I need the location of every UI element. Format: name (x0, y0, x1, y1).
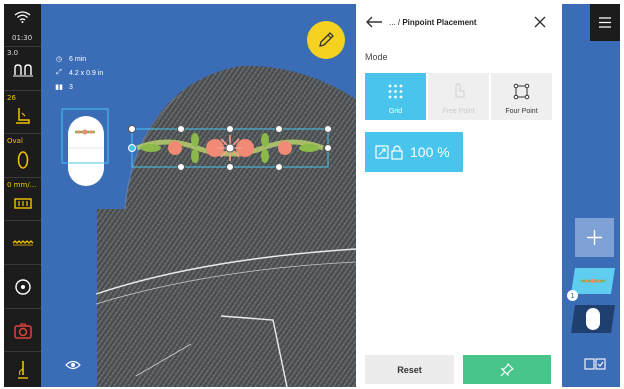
mode-free-point-label: Free Point (442, 108, 475, 115)
oval-hoop-icon (17, 151, 29, 169)
thumbnail-hoop[interactable] (569, 303, 617, 333)
stitch-length-control[interactable]: 3.0 (4, 47, 41, 91)
grid-points-icon (388, 84, 403, 99)
pinpoint-placement-panel: ... / Pinpoint Placement Mode Grid Free … (356, 4, 562, 387)
add-design-button[interactable] (575, 218, 614, 257)
camera-button[interactable] (4, 309, 41, 352)
page-title: Pinpoint Placement (402, 18, 477, 27)
hoop-thumbnail (571, 305, 615, 333)
color-bars-icon: ▮▮ (55, 84, 63, 91)
presser-foot-icon (16, 108, 30, 124)
design-size-info: ⤢ 4.2 x 0.9 in (55, 69, 103, 77)
stitch-time-value: 6 min (69, 55, 87, 63)
color-count-value: 3 (69, 83, 73, 91)
fabric-image (95, 65, 356, 387)
eye-icon (65, 360, 81, 370)
breadcrumb: ... / (389, 18, 403, 27)
preview-toggle[interactable] (65, 358, 81, 370)
pin-icon (500, 362, 515, 376)
free-point-icon (455, 83, 465, 98)
panel-title: ... / Pinpoint Placement (389, 18, 477, 27)
presser-control[interactable]: 26 (4, 91, 41, 134)
mode-label: Mode (365, 52, 388, 62)
hoop-control[interactable]: Oval (4, 134, 41, 178)
machine-settings-bar: 01:30 3.0 26 Oval 0 mm/... (4, 4, 41, 387)
scale-value: 100 % (410, 144, 450, 160)
mode-grid-button[interactable]: Grid (365, 73, 426, 120)
hoop-overview[interactable] (61, 108, 109, 188)
mode-four-point-label: Four Point (505, 108, 538, 115)
plus-icon (587, 230, 602, 245)
feed-label: 0 mm/... (7, 181, 37, 189)
mode-free-point-button[interactable]: Free Point (428, 73, 489, 120)
hamburger-menu-icon (599, 17, 611, 28)
design-thumbnails-bar: 1 (562, 4, 620, 387)
menu-button[interactable] (590, 4, 620, 41)
four-point-icon (513, 83, 530, 100)
zigzag-stitch-icon (12, 240, 34, 246)
thumbnail-badge: 1 (567, 290, 578, 301)
status-section: 01:30 (4, 4, 41, 47)
wifi-icon (14, 11, 31, 23)
app-frame: 01:30 3.0 26 Oval 0 mm/... ◷ 6 min ⤢ 4.2… (0, 0, 624, 389)
arrow-left-icon (366, 16, 382, 28)
reset-button[interactable]: Reset (365, 355, 454, 384)
split-view-icon (584, 358, 606, 370)
zigzag-stitch-button[interactable] (4, 221, 41, 265)
needle-thread-button[interactable] (4, 352, 41, 387)
embroidery-canvas[interactable]: ◷ 6 min ⤢ 4.2 x 0.9 in ▮▮ 3 (41, 4, 356, 387)
stitch-length-value: 3.0 (7, 49, 19, 57)
mode-grid-label: Grid (388, 108, 403, 115)
bobbin-icon (15, 279, 31, 295)
scale-lock-button[interactable]: 100 % (365, 132, 463, 172)
split-view-button[interactable] (584, 357, 606, 371)
feed-control[interactable]: 0 mm/... (4, 178, 41, 221)
resize-arrows-icon: ⤢ (56, 69, 62, 76)
needle-thread-icon (18, 361, 28, 379)
close-button[interactable] (533, 15, 547, 29)
camera-icon (14, 323, 32, 339)
stitch-time-info: ◷ 6 min (55, 55, 87, 64)
back-button[interactable] (364, 14, 384, 30)
pencil-icon (319, 32, 334, 47)
close-icon (534, 16, 546, 28)
clock-icon: ◷ (55, 56, 63, 63)
color-count-info: ▮▮ 3 (55, 83, 73, 92)
embroidery-design (128, 125, 332, 171)
feed-icon (14, 198, 32, 209)
pin-button[interactable] (463, 355, 551, 384)
mode-four-point-button[interactable]: Four Point (491, 73, 552, 120)
design-selection[interactable] (127, 124, 333, 171)
design-size-value: 4.2 x 0.9 in (69, 69, 104, 77)
bobbin-button[interactable] (4, 265, 41, 309)
presser-value: 26 (7, 94, 16, 102)
hoop-label: Oval (7, 137, 23, 145)
stitch-length-icon (13, 64, 33, 77)
scale-lock-icon (375, 145, 403, 160)
edit-button[interactable] (307, 21, 345, 59)
status-time: 01:30 (12, 34, 33, 42)
